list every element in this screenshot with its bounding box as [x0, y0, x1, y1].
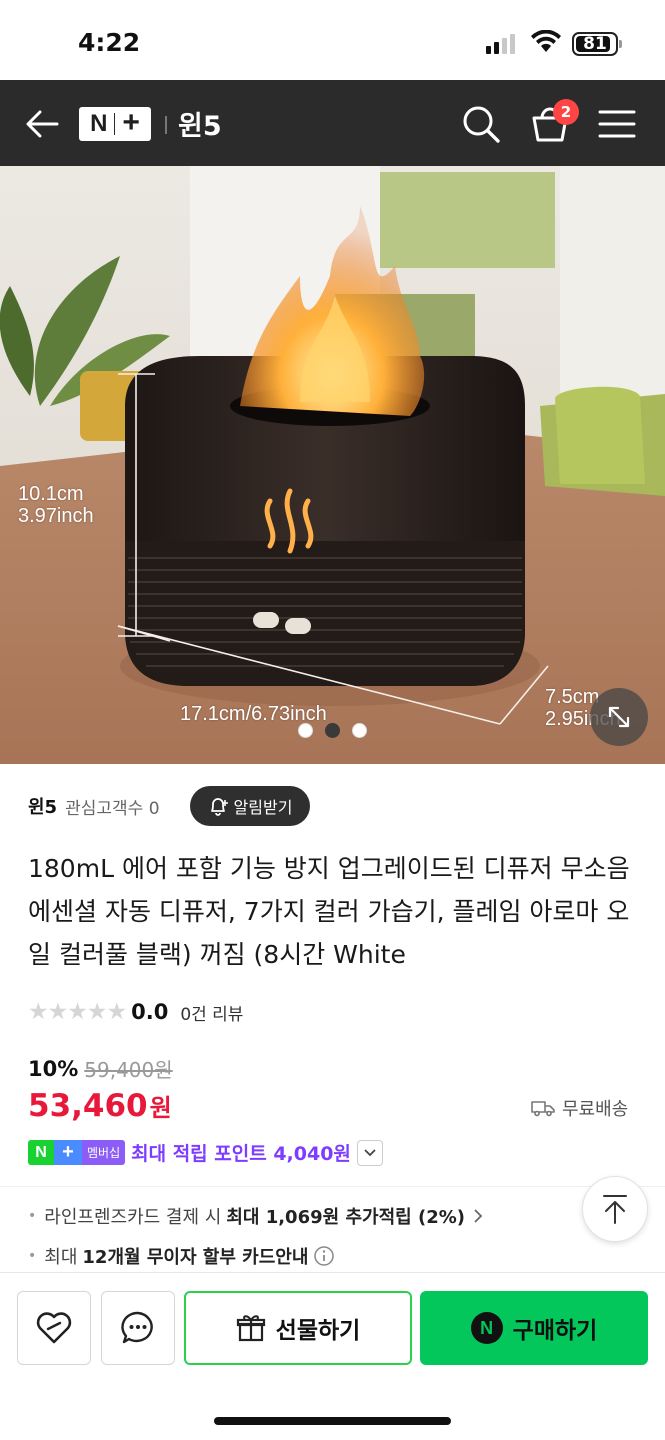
chevron-right-icon — [474, 1209, 483, 1223]
installment-prefix: 최대 — [44, 1247, 78, 1268]
header-store-name[interactable]: 윈5 — [178, 104, 222, 143]
sale-price: 53,460 — [28, 1088, 148, 1124]
product-title: 180mL 에어 포함 기능 방지 업그레이드된 디퓨저 무소음 에센셜 자동 … — [28, 854, 630, 969]
home-indicator — [214, 1417, 451, 1425]
naver-plus-logo[interactable]: N + — [79, 107, 151, 141]
installment-benefit-row[interactable]: • 최대 12개월 무이자 할부 카드안내 — [28, 1243, 335, 1269]
bullet: • — [28, 1248, 37, 1264]
store-name[interactable]: 윈5 — [28, 793, 57, 819]
gift-label: 선물하기 — [275, 1318, 361, 1344]
membership-points-row[interactable]: N + 멤버십 최대 적립 포인트 4,040원 — [28, 1139, 383, 1166]
logo-plus: + — [122, 106, 140, 139]
talk-button[interactable] — [101, 1291, 175, 1365]
bell-icon — [210, 798, 228, 816]
discount-row: 10% 59,400원 — [28, 1054, 173, 1083]
status-time: 4:22 — [78, 28, 141, 57]
price-unit: 원 — [149, 1094, 172, 1122]
zzim-heart-icon — [36, 1312, 72, 1344]
rating-score: 0.0 — [131, 1000, 169, 1024]
app-header: N + 윈5 2 — [0, 80, 665, 166]
bottom-action-bar: 선물하기 N 구매하기 — [0, 1272, 665, 1440]
truck-icon — [531, 1101, 555, 1117]
gift-button[interactable]: 선물하기 — [184, 1291, 412, 1365]
membership-badge-n: N — [28, 1140, 54, 1165]
rating-stars: ★★★★★ — [28, 999, 127, 1025]
rating-row[interactable]: ★★★★★ 0.0 0건 리뷰 — [28, 999, 243, 1025]
wifi-icon — [531, 30, 561, 52]
npay-icon: N — [470, 1312, 503, 1344]
store-fan-count: 관심고객수 0 — [65, 798, 160, 819]
battery-icon: 81 — [572, 32, 618, 56]
alarm-label: 알림받기 — [233, 798, 293, 817]
info-icon[interactable] — [313, 1245, 335, 1267]
discount-rate: 10% — [28, 1056, 79, 1081]
shipping-label: 무료배송 — [562, 1099, 629, 1120]
scroll-top-button[interactable] — [582, 1176, 648, 1242]
card-benefit-amount: 최대 1,069원 추가적립 (2%) — [226, 1207, 465, 1228]
carousel-dot[interactable] — [298, 723, 313, 738]
sale-price-row: 53,460 원 — [28, 1088, 172, 1124]
original-price: 59,400원 — [84, 1058, 173, 1082]
height-cm: 10.1cm — [18, 483, 84, 505]
menu-icon — [598, 110, 636, 138]
header-separator — [165, 116, 167, 134]
cart-count-badge: 2 — [553, 99, 579, 125]
search-button[interactable] — [460, 103, 502, 145]
height-inch: 3.97inch — [18, 505, 94, 527]
card-benefit-prefix: 라인프렌즈카드 결제 시 — [44, 1207, 222, 1228]
naver-plus-membership-badge: N + 멤버십 — [28, 1140, 126, 1165]
chevron-down-icon — [364, 1148, 376, 1156]
width-dimension-label: 17.1cm/6.73inch — [180, 703, 327, 725]
battery-tip — [619, 40, 622, 48]
zzim-button[interactable] — [17, 1291, 91, 1365]
scroll-top-icon — [603, 1195, 627, 1224]
buy-label: 구매하기 — [512, 1318, 598, 1344]
logo-n: N — [90, 110, 108, 137]
talk-bubble-icon — [121, 1311, 153, 1344]
product-photo — [0, 166, 665, 764]
bullet: • — [28, 1208, 37, 1224]
search-icon — [463, 106, 500, 143]
battery-level: 81 — [583, 34, 607, 54]
review-count[interactable]: 0건 리뷰 — [180, 1000, 243, 1025]
installment-text: 12개월 무이자 할부 카드안내 — [82, 1247, 309, 1268]
membership-expand-button[interactable] — [356, 1139, 383, 1166]
membership-badge-label: 멤버십 — [82, 1140, 126, 1165]
carousel-indicator — [298, 723, 367, 738]
carousel-dot-active[interactable] — [325, 723, 340, 738]
card-benefit-row[interactable]: • 라인프렌즈카드 결제 시 최대 1,069원 추가적립 (2%) — [28, 1203, 485, 1229]
status-bar: 4:22 81 — [0, 0, 665, 80]
section-divider — [0, 1186, 665, 1187]
gift-icon — [236, 1315, 265, 1342]
logo-divider — [114, 113, 116, 135]
expand-icon — [608, 706, 630, 728]
carousel-dot[interactable] — [352, 723, 367, 738]
back-button[interactable] — [22, 104, 62, 144]
membership-badge-plus: + — [54, 1140, 82, 1165]
store-info-row: 윈5 관심고객수 0 — [28, 786, 160, 826]
product-image-carousel[interactable]: 10.1cm 3.97inch 17.1cm/6.73inch 7.5cm 2.… — [0, 166, 665, 764]
alarm-subscribe-button[interactable]: 알림받기 — [190, 786, 310, 826]
membership-points-text: 최대 적립 포인트 4,040원 — [131, 1143, 351, 1165]
height-dimension-label: 10.1cm 3.97inch — [18, 483, 94, 527]
signal-icon — [486, 34, 515, 54]
back-arrow-icon — [26, 110, 59, 138]
buy-button[interactable]: N 구매하기 — [420, 1291, 648, 1365]
expand-image-button[interactable] — [590, 688, 648, 746]
menu-button[interactable] — [596, 104, 638, 144]
shipping-info: 무료배송 — [530, 1095, 628, 1121]
